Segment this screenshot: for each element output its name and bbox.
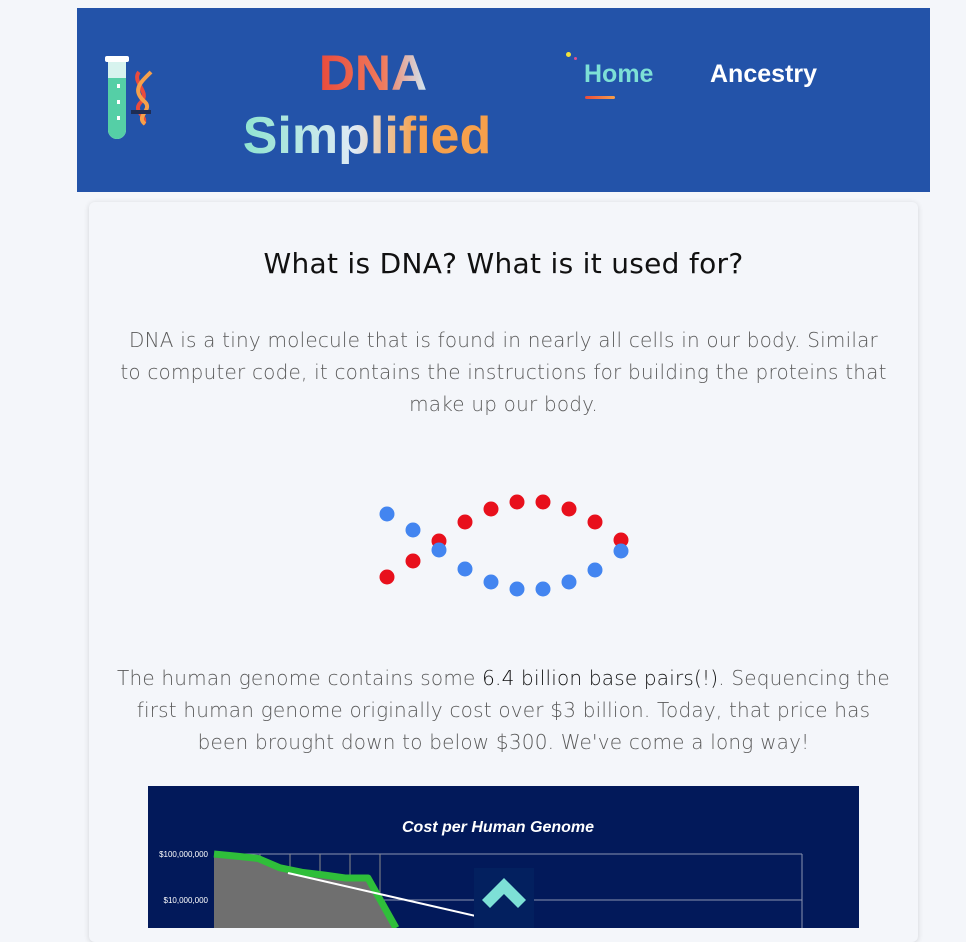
nav-link-ancestry[interactable]: Ancestry [710, 60, 817, 89]
dna-dot-red [483, 501, 499, 517]
page-heading: What is DNA? What is it used for? [263, 247, 744, 280]
dna-dot-red [379, 569, 395, 585]
chart-svg: Cost per Human Genome $100,000,000 $10,00… [159, 819, 803, 928]
dna-dot-red [535, 494, 551, 510]
dna-dot-blue [613, 543, 629, 559]
dna-dot-blue [457, 561, 473, 577]
dna-dot-blue [379, 506, 395, 522]
genome-text-pre: The human genome contains some [117, 666, 483, 690]
dna-dot-red [405, 553, 421, 569]
site-header: DNA Simplified Home Ancestry [77, 8, 930, 192]
genome-paragraph: The human genome contains some 6.4 billi… [117, 662, 890, 758]
chart-y-tick: $10,000,000 [164, 896, 209, 905]
chart-logo-icon [474, 868, 534, 928]
genome-highlight: 6.4 billion base pairs(!) [482, 666, 719, 690]
site-logo[interactable]: DNA Simplified [207, 43, 537, 168]
dna-dot-blue [535, 581, 551, 597]
dna-dot-red [509, 494, 525, 510]
chart-y-axis: $100,000,000 $10,000,000 [159, 850, 208, 905]
dna-dot-blue [509, 581, 525, 597]
nav-link-home[interactable]: Home [584, 60, 653, 89]
nav-decor-dot [566, 52, 571, 57]
dna-dots-animation [379, 494, 629, 597]
logo-line2: Simplified [243, 107, 491, 165]
test-tube-dna-icon[interactable] [101, 54, 153, 144]
dna-dot-blue [431, 542, 447, 558]
intro-paragraph: DNA is a tiny molecule that is found in … [120, 328, 887, 416]
dna-dot-blue [405, 522, 421, 538]
chart-y-tick: $100,000,000 [159, 850, 208, 859]
dna-dot-red [587, 514, 603, 530]
dna-dot-blue [587, 562, 603, 578]
chart-title: Cost per Human Genome [402, 819, 594, 836]
dna-dot-red [561, 501, 577, 517]
nav-decor-dot [574, 57, 577, 60]
logo-line1: DNA [319, 45, 427, 101]
genome-cost-chart: Cost per Human Genome $100,000,000 $10,00… [148, 786, 859, 928]
dna-dot-blue [483, 574, 499, 590]
dna-dot-red [457, 514, 473, 530]
dna-dot-blue [561, 574, 577, 590]
nav-active-underline [585, 96, 615, 99]
